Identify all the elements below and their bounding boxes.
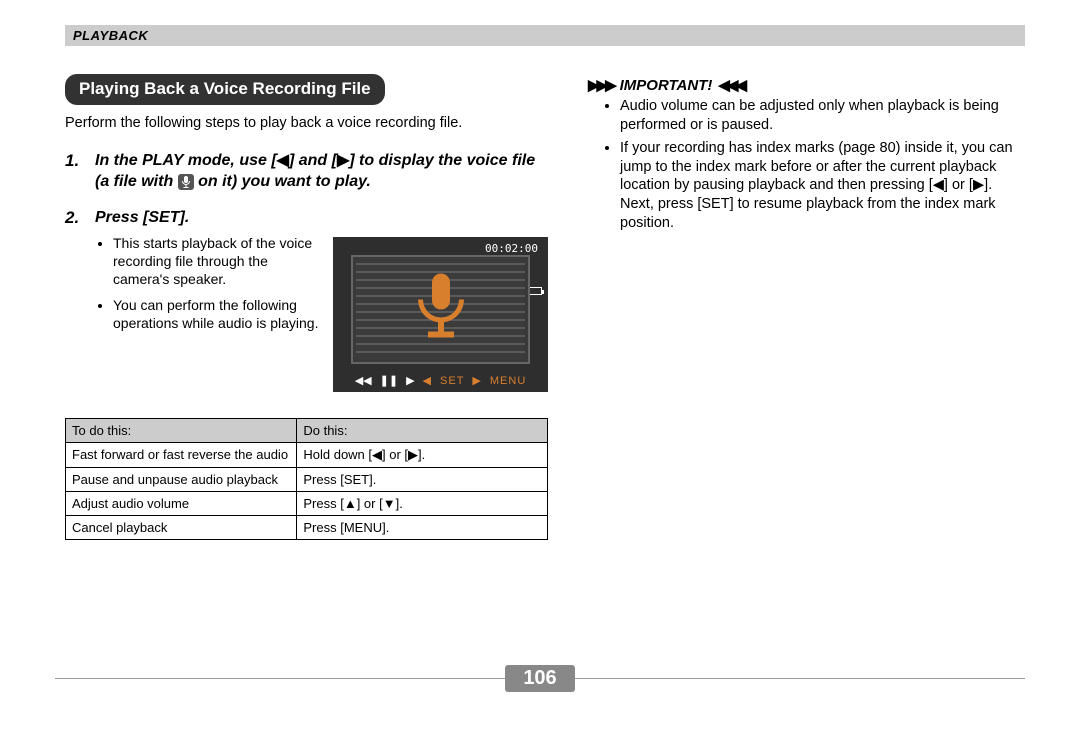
lcd-menu-label: MENU [490, 375, 526, 387]
table-header-1: To do this: [66, 419, 297, 443]
lcd-screenshot: 00:02:00 [333, 237, 548, 392]
battery-icon [528, 287, 542, 295]
mic-icon [178, 174, 194, 190]
page-number: 106 [505, 665, 574, 692]
table-row: Pause and unpause audio playback Press [… [66, 468, 548, 492]
step2-bullets: This starts playback of the voice record… [95, 235, 319, 341]
table-cell: Press [MENU]. [297, 516, 548, 540]
section-header: PLAYBACK [65, 25, 1025, 46]
table-row: Adjust audio volume Press [▲] or [▼]. [66, 492, 548, 516]
table-cell: Pause and unpause audio playback [66, 468, 297, 492]
operations-table: To do this: Do this: Fast forward or fas… [65, 418, 548, 540]
table-cell: Fast forward or fast reverse the audio [66, 443, 297, 468]
step2-bullet-2: You can perform the following operations… [113, 297, 319, 333]
lcd-left-glyph: ◀ [423, 374, 432, 387]
rewind-icon: ◀◀ [355, 374, 372, 387]
steps-list: In the PLAY mode, use [◀] and [▶] to dis… [65, 151, 548, 392]
down-arrow-glyph: ▼ [383, 496, 396, 511]
lcd-set-label: SET [440, 375, 464, 387]
step1-seg-a: In the PLAY mode, use [ [95, 152, 277, 169]
left-arrow-glyph: ◀ [277, 152, 289, 169]
triangle-left-group-icon: ◀◀◀ [718, 76, 744, 94]
page-footer: 106 [55, 678, 1025, 706]
step-1-text: In the PLAY mode, use [◀] and [▶] to dis… [95, 152, 535, 190]
left-arrow-glyph: ◀ [933, 177, 944, 193]
right-column: ▶▶▶ IMPORTANT! ◀◀◀ Audio volume can be a… [588, 74, 1025, 540]
important-bullets: Audio volume can be adjusted only when p… [588, 97, 1025, 233]
table-cell: Press [▲] or [▼]. [297, 492, 548, 516]
right-arrow-glyph: ▶ [973, 177, 984, 193]
right-arrow-glyph: ▶ [337, 152, 349, 169]
important-bullet-1: Audio volume can be adjusted only when p… [620, 97, 1025, 135]
step1-seg-b: ] and [ [289, 152, 337, 169]
step1-seg-d: on it) you want to play. [194, 173, 371, 190]
table-header-2: Do this: [297, 419, 548, 443]
important-label: IMPORTANT! [620, 77, 713, 94]
table-row: Cancel playback Press [MENU]. [66, 516, 548, 540]
lcd-controls: ◀◀ ❚❚ ▶ ◀ SET ▶ MENU [333, 374, 548, 387]
table-cell: Hold down [◀] or [▶]. [297, 443, 548, 468]
right-arrow-glyph: ▶ [408, 447, 418, 462]
step2-bullet-1: This starts playback of the voice record… [113, 235, 319, 289]
mic-large-icon [406, 271, 476, 352]
table-row: Fast forward or fast reverse the audio H… [66, 443, 548, 468]
step-2-text: Press [SET]. [95, 209, 189, 226]
intro-text: Perform the following steps to play back… [65, 114, 548, 133]
lcd-right-glyph: ▶ [472, 374, 481, 387]
table-cell: Cancel playback [66, 516, 297, 540]
fwd-icon: ▶ [406, 374, 414, 387]
left-column: Playing Back a Voice Recording File Perf… [65, 74, 548, 540]
section-title: Playing Back a Voice Recording File [65, 74, 385, 105]
table-cell: Adjust audio volume [66, 492, 297, 516]
important-bullet-2: If your recording has index marks (page … [620, 139, 1025, 233]
pause-icon: ❚❚ [380, 374, 398, 387]
lcd-time: 00:02:00 [485, 242, 538, 255]
triangle-right-group-icon: ▶▶▶ [588, 76, 614, 94]
important-heading: ▶▶▶ IMPORTANT! ◀◀◀ [588, 76, 1025, 94]
table-cell: Press [SET]. [297, 468, 548, 492]
up-arrow-glyph: ▲ [344, 496, 357, 511]
left-arrow-glyph: ◀ [372, 447, 382, 462]
